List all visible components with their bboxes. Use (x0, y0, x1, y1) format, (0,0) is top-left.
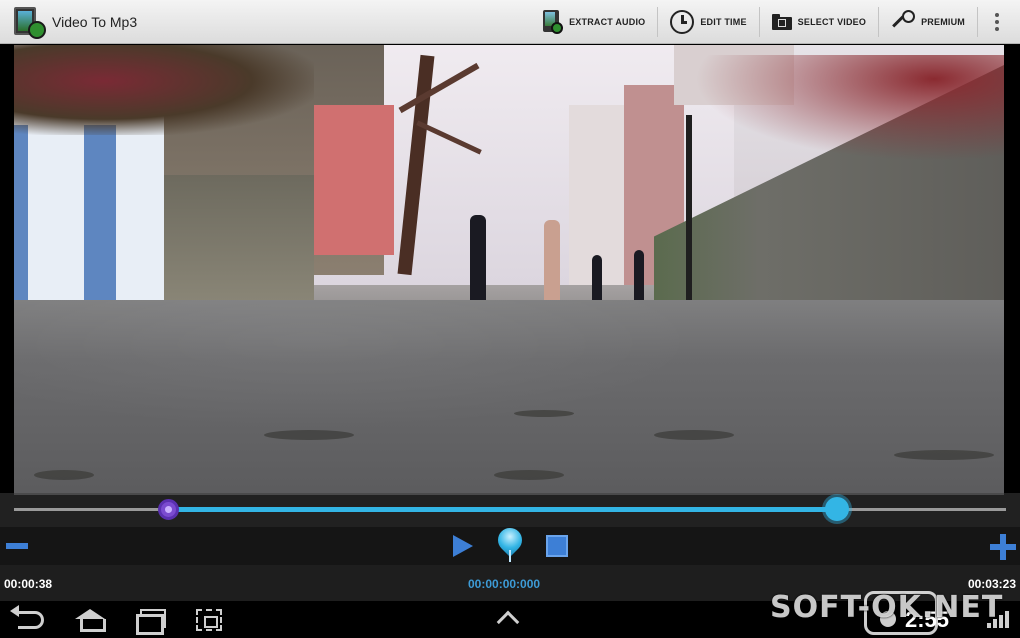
select-video-button[interactable]: SELECT VIDEO (764, 0, 874, 44)
action-bar: Video To Mp3 EXTRACT AUDIO EDIT TIME SEL… (0, 0, 1020, 44)
extract-audio-icon (543, 9, 564, 34)
folder-icon (771, 13, 792, 30)
action-items: EXTRACT AUDIO EDIT TIME SELECT VIDEO PRE… (535, 0, 1020, 44)
video-to-mp3-app-icon[interactable] (14, 5, 46, 39)
video-preview[interactable] (14, 45, 1004, 495)
range-start-time: 00:00:38 (4, 577, 53, 591)
range-start-handle[interactable] (157, 499, 179, 520)
extract-audio-label: EXTRACT AUDIO (569, 16, 646, 27)
overflow-menu-icon[interactable] (982, 0, 1012, 44)
range-end-time: 00:03:23 (967, 577, 1016, 591)
selected-range (167, 507, 838, 512)
marker-pin-button[interactable] (493, 523, 527, 564)
app-title: Video To Mp3 (52, 13, 138, 30)
premium-label: PREMIUM (921, 16, 965, 27)
extract-audio-button[interactable]: EXTRACT AUDIO (535, 0, 653, 44)
zoom-in-button[interactable] (990, 534, 1016, 560)
action-divider (657, 6, 659, 37)
home-icon[interactable] (75, 609, 106, 632)
action-divider (878, 6, 880, 37)
current-time: 00:00:00:000 (468, 577, 541, 591)
select-video-label: SELECT VIDEO (797, 16, 867, 27)
stop-button[interactable] (546, 535, 568, 557)
key-icon (891, 9, 916, 34)
back-icon[interactable] (10, 605, 44, 629)
action-divider (977, 6, 978, 37)
clock-icon (670, 9, 695, 34)
action-divider (758, 6, 760, 37)
premium-button[interactable]: PREMIUM (883, 0, 973, 44)
screenshot-icon[interactable] (196, 609, 222, 631)
recent-apps-icon[interactable] (136, 609, 166, 635)
watermark: SOFT-OK.NET (770, 590, 1004, 625)
edit-time-button[interactable]: EDIT TIME (662, 0, 754, 44)
zoom-out-button[interactable] (6, 543, 28, 549)
play-button[interactable] (453, 535, 473, 557)
edit-time-label: EDIT TIME (700, 16, 747, 27)
